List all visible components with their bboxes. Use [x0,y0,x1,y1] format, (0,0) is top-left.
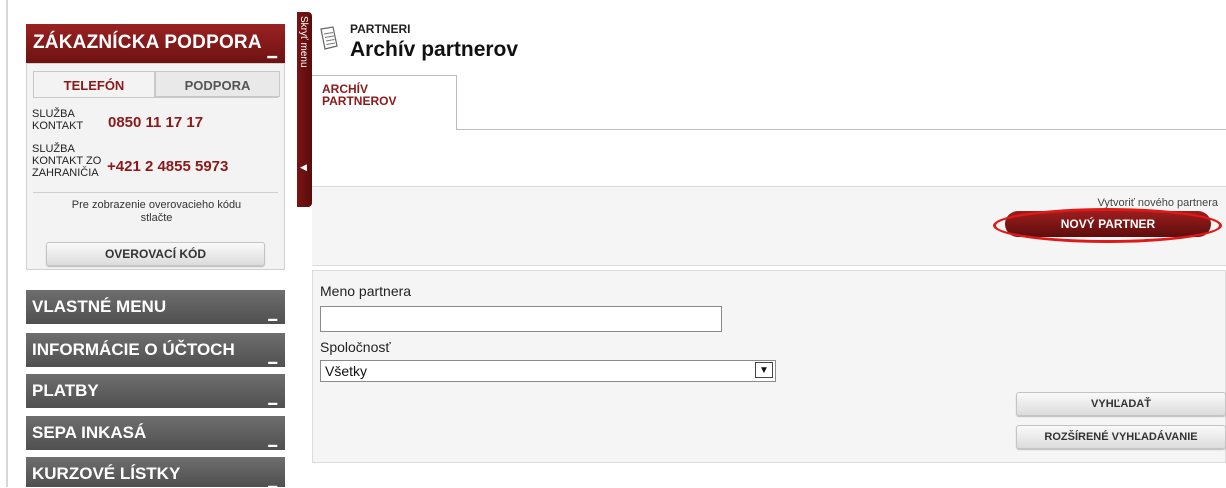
chevron-down-icon: ▼ [755,362,773,378]
contact-label-1: SLUŽBA KONTAKT [32,108,84,132]
support-separator [33,192,278,193]
search-button[interactable]: VYHĽADAŤ [1016,392,1226,416]
search-form: Meno partnera Spoločnosť Všetky ▼ VYHĽAD… [312,270,1226,463]
tab-telefon[interactable]: TELEFÓN [33,71,155,97]
verify-note-text: Pre zobrazenie overovacieho kódu stlačte [71,199,242,224]
chevron-down-icon: ▁ [268,435,277,447]
hide-menu-label: Skryť menu [298,16,309,68]
menu-platby[interactable]: PLATBY ▁ [26,374,285,408]
page-title: Archív partnerov [350,38,519,61]
chevron-down-icon: ▁ [267,44,277,58]
company-selected-value: Všetky [325,363,368,379]
document-icon [320,26,338,50]
company-select[interactable]: Všetky ▼ [320,360,776,382]
company-label: Spoločnosť [320,339,391,355]
breadcrumb: PARTNERI [350,22,411,36]
contact-label-2: SLUŽBA KONTAKT ZO ZAHRANIČIA [32,143,102,179]
left-border [6,0,8,487]
tab-podpora[interactable]: PODPORA [155,71,280,97]
menu-label: SEPA INKASÁ [32,423,147,442]
action-panel: Vytvoriť nového partnera NOVÝ PARTNER [312,186,1226,266]
contact-number-2: +421 2 4855 5973 [107,158,229,175]
chevron-down-icon: ▁ [268,476,277,488]
menu-sepa[interactable]: SEPA INKASÁ ▁ [26,416,285,450]
menu-label: INFORMÁCIE O ÚČTOCH [32,340,235,359]
menu-label: PLATBY [32,381,99,400]
tab-label: ARCHÍV PARTNEROV [322,82,397,108]
menu-kurzove[interactable]: KURZOVÉ LÍSTKY ▁ [26,457,285,488]
menu-label: KURZOVÉ LÍSTKY [32,464,181,483]
menu-vlastne[interactable]: VLASTNÉ MENU ▁ [26,290,285,324]
menu-informacie[interactable]: INFORMÁCIE O ÚČTOCH ▁ [26,333,285,367]
contact-number-1: 0850 11 17 17 [108,114,204,131]
tab-archiv-partnerov[interactable]: ARCHÍV PARTNEROV [312,75,457,130]
chevron-down-icon: ▁ [268,309,277,321]
collapse-left-icon: ◀ [300,162,307,172]
chevron-down-icon: ▁ [268,393,277,405]
tab-divider [33,97,278,98]
verify-code-button[interactable]: OVEROVACÍ KÓD [46,242,265,266]
hide-menu-toggle[interactable]: Skryť menu ◀ [297,12,312,207]
menu-label: VLASTNÉ MENU [32,297,167,316]
advanced-search-button[interactable]: ROZŠÍRENÉ VYHĽADÁVANIE [1016,425,1226,449]
support-header[interactable]: ZÁKAZNÍCKA PODPORA ▁ [26,24,285,63]
verify-note: Pre zobrazenie overovacieho kódu stlačte [27,199,286,225]
partner-name-input[interactable] [320,306,722,332]
chevron-down-icon: ▁ [268,352,277,364]
highlight-ellipse [993,208,1222,243]
support-panel: TELEFÓN PODPORA SLUŽBA KONTAKT 0850 11 1… [26,63,285,270]
support-title: ZÁKAZNÍCKA PODPORA [33,32,262,53]
partner-name-label: Meno partnera [320,283,412,299]
